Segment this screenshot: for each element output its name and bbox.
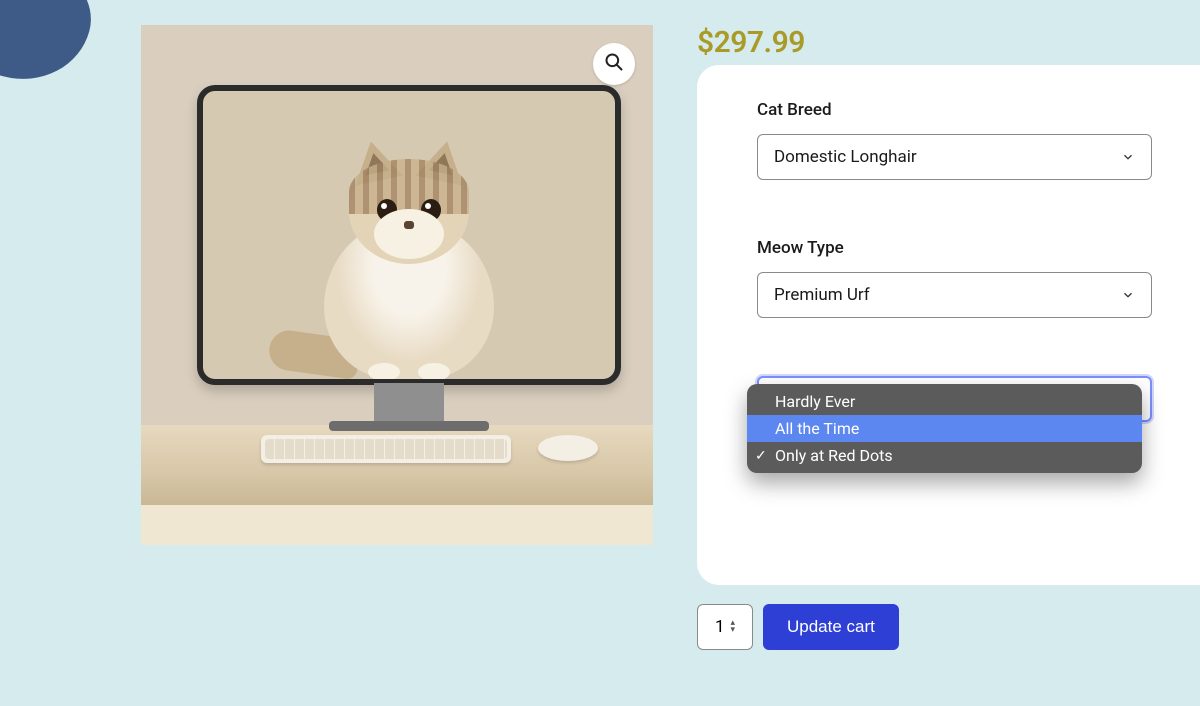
- dropdown-option[interactable]: ✓ Hardly Ever: [747, 388, 1142, 415]
- cat-breed-selected-value: Domestic Longhair: [774, 147, 917, 167]
- search-icon: [604, 52, 624, 76]
- keyboard-illustration: [261, 435, 511, 463]
- quantity-stepper[interactable]: 1 ▴▾: [697, 604, 753, 650]
- field-meow-type: Meow Type Premium Urf: [757, 238, 1157, 318]
- chevron-down-icon: [1121, 150, 1135, 164]
- dropdown-option-label: All the Time: [775, 419, 859, 438]
- dropdown-option[interactable]: ✓ All the Time: [747, 415, 1142, 442]
- dropdown-option[interactable]: ✓ Only at Red Dots: [747, 442, 1142, 469]
- cat-illustration: [299, 139, 519, 379]
- zoom-button[interactable]: [593, 43, 635, 85]
- dropdown-menu[interactable]: ✓ Hardly Ever ✓ All the Time ✓ Only at R…: [747, 384, 1142, 473]
- field-cat-breed: Cat Breed Domestic Longhair: [757, 100, 1157, 180]
- product-image: [141, 25, 653, 537]
- cart-row: 1 ▴▾ Update cart: [697, 604, 899, 650]
- update-cart-button[interactable]: Update cart: [763, 604, 899, 650]
- check-icon: ✓: [755, 448, 767, 464]
- dropdown-option-label: Only at Red Dots: [775, 446, 893, 465]
- options-panel: Cat Breed Domestic Longhair Meow Type Pr…: [697, 65, 1200, 585]
- meow-type-label: Meow Type: [757, 238, 1157, 258]
- cat-breed-label: Cat Breed: [757, 100, 1157, 120]
- meow-type-selected-value: Premium Urf: [774, 285, 870, 305]
- mouse-illustration: [538, 435, 598, 461]
- quantity-value: 1: [715, 617, 725, 637]
- product-price: $297.99: [697, 25, 805, 60]
- monitor-illustration: [197, 85, 621, 385]
- chevron-down-icon: [1121, 288, 1135, 302]
- dropdown-option-label: Hardly Ever: [775, 392, 855, 411]
- cat-breed-select[interactable]: Domestic Longhair: [757, 134, 1152, 180]
- meow-type-select[interactable]: Premium Urf: [757, 272, 1152, 318]
- stepper-arrows-icon: ▴▾: [731, 620, 736, 634]
- product-illustration: [141, 25, 653, 537]
- decorative-blob: [0, 0, 103, 95]
